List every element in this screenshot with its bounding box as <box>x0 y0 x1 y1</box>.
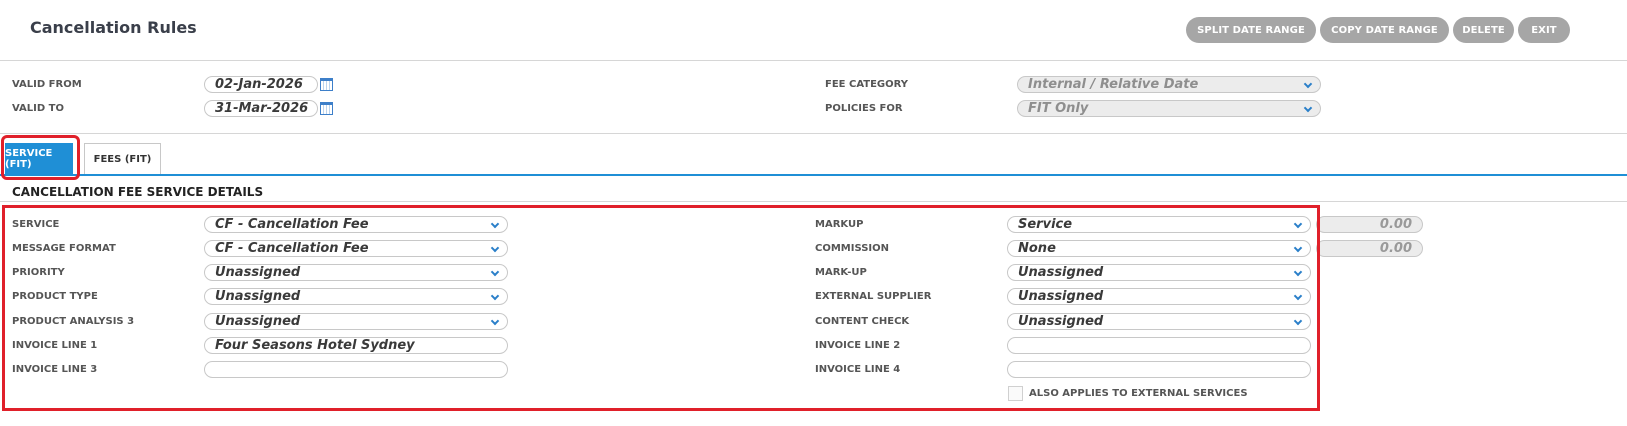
fee-category-label: FEE CATEGORY <box>825 79 909 90</box>
section-title: CANCELLATION FEE SERVICE DETAILS <box>12 185 264 199</box>
valid-to-input[interactable]: 31-Mar-2026 <box>204 100 318 117</box>
invoice-line1-label: INVOICE LINE 1 <box>12 340 98 351</box>
invoice-line2-input[interactable] <box>1007 337 1311 354</box>
message-format-select[interactable]: CF - Cancellation Fee <box>204 240 508 257</box>
markup-amount: 0.00 <box>1316 216 1423 233</box>
external-supplier-select[interactable]: Unassigned <box>1007 288 1311 305</box>
markup-label: MARKUP <box>815 219 864 230</box>
invoice-line2-label: INVOICE LINE 2 <box>815 340 901 351</box>
policies-for-select[interactable]: FIT Only <box>1017 100 1321 117</box>
invoice-line3-input[interactable] <box>204 361 508 378</box>
mark-up-select[interactable]: Unassigned <box>1007 264 1311 281</box>
content-check-label: CONTENT CHECK <box>815 316 910 327</box>
delete-button[interactable]: DELETE <box>1453 17 1514 43</box>
valid-to-label: VALID TO <box>12 103 64 114</box>
service-select[interactable]: CF - Cancellation Fee <box>204 216 508 233</box>
commission-amount: 0.00 <box>1316 240 1423 257</box>
fee-category-select[interactable]: Internal / Relative Date <box>1017 76 1321 93</box>
product-type-select[interactable]: Unassigned <box>204 288 508 305</box>
priority-label: PRIORITY <box>12 267 65 278</box>
tab-underline <box>0 174 1627 176</box>
commission-select[interactable]: None <box>1007 240 1311 257</box>
also-applies-checkbox[interactable] <box>1008 386 1023 401</box>
copy-date-range-button[interactable]: COPY DATE RANGE <box>1320 17 1449 43</box>
tab-fees-fit[interactable]: FEES (FIT) <box>84 143 161 174</box>
service-label: SERVICE <box>12 219 60 230</box>
external-supplier-label: EXTERNAL SUPPLIER <box>815 291 932 302</box>
policies-for-label: POLICIES FOR <box>825 103 903 114</box>
also-applies-label: ALSO APPLIES TO EXTERNAL SERVICES <box>1029 388 1248 399</box>
product-type-label: PRODUCT TYPE <box>12 291 98 302</box>
section-divider <box>0 201 1627 202</box>
invoice-line3-label: INVOICE LINE 3 <box>12 364 98 375</box>
priority-select[interactable]: Unassigned <box>204 264 508 281</box>
invoice-line4-input[interactable] <box>1007 361 1311 378</box>
form-highlight-box <box>2 205 1320 411</box>
markup-select[interactable]: Service <box>1007 216 1311 233</box>
valid-from-input[interactable]: 02-Jan-2026 <box>204 76 318 93</box>
header-bottom-divider <box>0 133 1627 134</box>
exit-button[interactable]: EXIT <box>1518 17 1570 43</box>
calendar-icon[interactable] <box>320 78 333 91</box>
message-format-label: MESSAGE FORMAT <box>12 243 116 254</box>
header-divider <box>0 60 1627 61</box>
product-analysis-label: PRODUCT ANALYSIS 3 <box>12 316 135 327</box>
tab-service-fit[interactable]: SERVICE (FIT) <box>5 143 73 174</box>
valid-from-label: VALID FROM <box>12 79 82 90</box>
mark-up-label: MARK-UP <box>815 267 867 278</box>
calendar-icon[interactable] <box>320 102 333 115</box>
page-title: Cancellation Rules <box>30 18 197 37</box>
commission-label: COMMISSION <box>815 243 890 254</box>
invoice-line1-input[interactable]: Four Seasons Hotel Sydney <box>204 337 508 354</box>
product-analysis-select[interactable]: Unassigned <box>204 313 508 330</box>
invoice-line4-label: INVOICE LINE 4 <box>815 364 901 375</box>
split-date-range-button[interactable]: SPLIT DATE RANGE <box>1186 17 1316 43</box>
content-check-select[interactable]: Unassigned <box>1007 313 1311 330</box>
